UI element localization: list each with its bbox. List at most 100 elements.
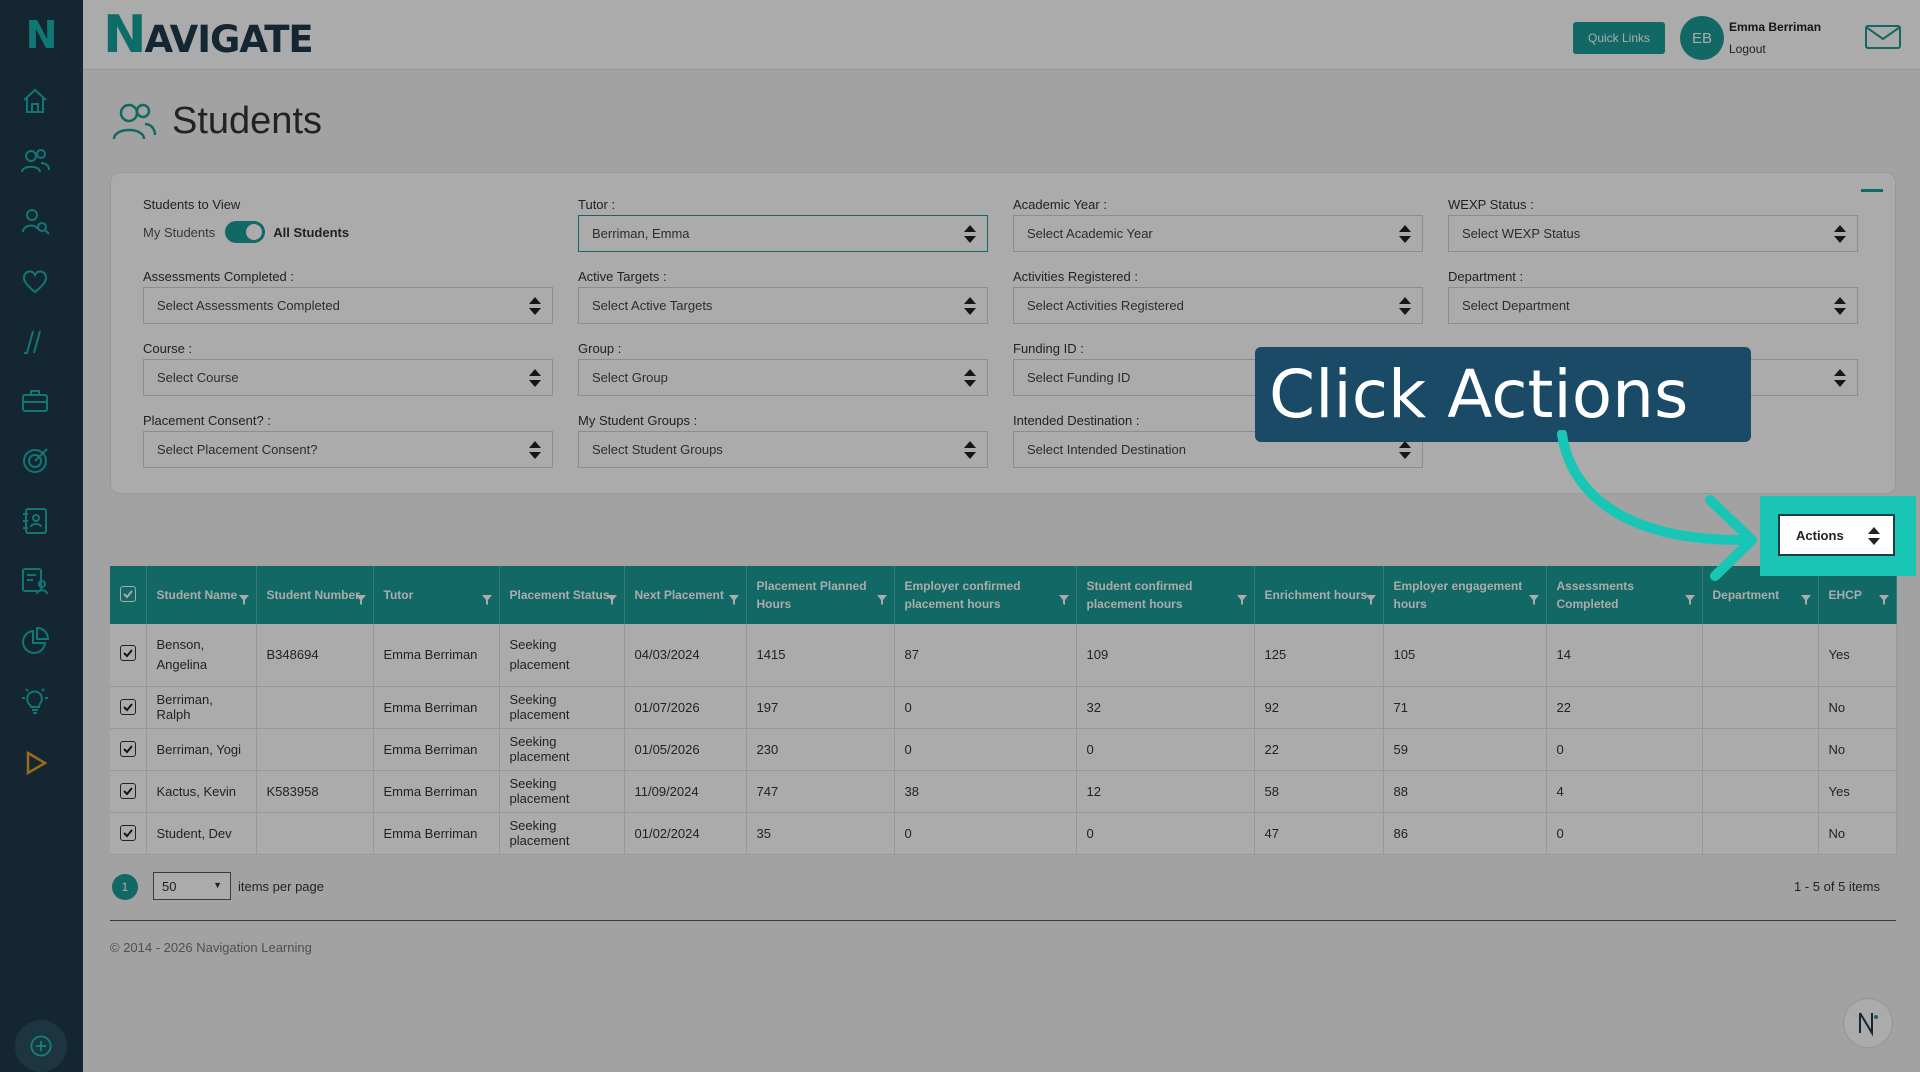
row-checkbox[interactable] xyxy=(120,740,136,757)
academic-year-select[interactable]: Select Academic Year xyxy=(1013,215,1423,252)
filter-icon[interactable] xyxy=(1236,594,1248,606)
row-select-cell[interactable] xyxy=(110,728,147,771)
heart-icon[interactable] xyxy=(14,260,56,302)
row-select-cell[interactable] xyxy=(110,812,147,855)
group-value: Select Group xyxy=(592,370,668,385)
row-select-cell[interactable] xyxy=(110,624,147,687)
column-header-label: Student Name xyxy=(156,588,238,602)
department-select[interactable]: Select Department xyxy=(1448,287,1858,324)
table-row[interactable]: Berriman, Yogi Emma Berriman Seeking place… xyxy=(110,728,1897,771)
active-targets-select[interactable]: Select Active Targets xyxy=(578,287,988,324)
column-header-label: Department xyxy=(1712,588,1780,602)
column-header[interactable]: Student Number xyxy=(256,566,374,624)
briefcase-icon[interactable] xyxy=(14,380,56,422)
table-cell: 04/03/2024 xyxy=(624,624,747,687)
column-header[interactable]: Student confirmed placement hours xyxy=(1076,566,1255,624)
filter-icon[interactable] xyxy=(1878,594,1890,606)
filter-icon[interactable] xyxy=(1528,594,1540,606)
group-select[interactable]: Select Group xyxy=(578,359,988,396)
user-list-icon[interactable] xyxy=(14,560,56,602)
actions-label: Actions xyxy=(1796,527,1844,543)
row-select-cell[interactable] xyxy=(110,770,147,813)
page-button[interactable]: 1 xyxy=(112,874,138,900)
table-cell[interactable]: Berriman, Yogi xyxy=(146,728,257,771)
home-icon[interactable] xyxy=(14,80,56,122)
table-cell: Seeking placement xyxy=(499,686,625,729)
add-circle-icon[interactable] xyxy=(15,1020,67,1072)
table-cell[interactable]: Kactus, Kevin xyxy=(146,770,257,813)
table-cell[interactable]: Student, Dev xyxy=(146,812,257,855)
table-row[interactable]: Kactus, Kevin K583958 Emma Berriman Seeking… xyxy=(110,770,1897,813)
tutor-select[interactable]: Berriman, Emma xyxy=(578,215,988,252)
student-groups-value: Select Student Groups xyxy=(592,442,723,457)
row-checkbox[interactable] xyxy=(120,824,136,841)
all-students-label: All Students xyxy=(273,224,350,240)
wexp-status-select[interactable]: Select WEXP Status xyxy=(1448,215,1858,252)
pie-chart-icon[interactable] xyxy=(14,620,56,662)
lightbulb-icon[interactable] xyxy=(14,680,56,722)
column-header[interactable]: Next Placement xyxy=(624,566,747,624)
assessments-completed-select[interactable]: Select Assessments Completed xyxy=(143,287,553,324)
students-table: Student Name Student Number Tutor Placement… xyxy=(110,566,1897,855)
column-header[interactable]: Enrichment hours xyxy=(1254,566,1384,624)
quick-links-button[interactable]: Quick Links xyxy=(1573,22,1665,54)
filter-icon[interactable] xyxy=(876,594,888,606)
table-cell: Seeking placement xyxy=(499,770,625,813)
filter-icon[interactable] xyxy=(1058,594,1070,606)
select-all-header[interactable] xyxy=(110,566,147,624)
students-view-toggle[interactable] xyxy=(225,221,266,243)
table-cell[interactable]: Benson, Angelina xyxy=(146,624,257,687)
placement-consent-label: Placement Consent? : xyxy=(143,413,271,428)
table-row[interactable]: Student, Dev Emma Berriman Seeking placeme… xyxy=(110,812,1897,855)
placement-consent-select[interactable]: Select Placement Consent? xyxy=(143,431,553,468)
column-header[interactable]: Employer confirmed placement hours xyxy=(894,566,1077,624)
avatar[interactable]: EB xyxy=(1680,16,1724,60)
sort-arrows-icon xyxy=(1868,527,1880,545)
students-to-view-toggle-row: My Students All Students xyxy=(143,221,349,243)
target-icon[interactable] xyxy=(14,440,56,482)
user-search-icon[interactable] xyxy=(14,200,56,242)
column-header[interactable]: Student Name xyxy=(146,566,257,624)
brand-logo[interactable]: N AVIGATE xyxy=(103,9,314,61)
help-icon[interactable] xyxy=(1843,998,1893,1048)
slash-icon[interactable] xyxy=(14,320,56,362)
column-header[interactable]: Tutor xyxy=(373,566,500,624)
column-header[interactable]: Placement Status xyxy=(499,566,625,624)
row-checkbox[interactable] xyxy=(120,782,136,799)
column-header[interactable]: Placement Planned Hours xyxy=(746,566,895,624)
course-select[interactable]: Select Course xyxy=(143,359,553,396)
filter-icon[interactable] xyxy=(606,594,618,606)
student-groups-select[interactable]: Select Student Groups xyxy=(578,431,988,468)
table-cell: 12 xyxy=(1076,770,1255,813)
select-all-checkbox[interactable] xyxy=(120,585,136,602)
table-cell: 47 xyxy=(1254,812,1384,855)
per-page-select[interactable]: 50 ▼ xyxy=(153,872,231,900)
mail-icon[interactable] xyxy=(1863,22,1903,52)
filter-icon[interactable] xyxy=(1800,594,1812,606)
filter-icon[interactable] xyxy=(728,594,740,606)
filter-icon[interactable] xyxy=(1684,594,1696,606)
contact-card-icon[interactable] xyxy=(14,500,56,542)
minimize-button[interactable] xyxy=(1861,189,1883,192)
table-row[interactable]: Benson, Angelina B348694 Emma Berriman Seek… xyxy=(110,624,1897,687)
table-row[interactable]: Berriman, Ralph Emma Berriman Seeking plac… xyxy=(110,686,1897,729)
play-icon[interactable] xyxy=(14,742,56,784)
sidebar-logo[interactable]: N xyxy=(0,0,83,70)
column-header-label: Placement Status xyxy=(509,588,610,602)
column-header[interactable]: Employer engagement hours xyxy=(1383,566,1547,624)
filter-icon[interactable] xyxy=(238,594,250,606)
table-cell[interactable]: Berriman, Ralph xyxy=(146,686,257,729)
logout-link[interactable]: Logout xyxy=(1729,42,1766,56)
activities-registered-select[interactable]: Select Activities Registered xyxy=(1013,287,1423,324)
table-cell: 0 xyxy=(1076,812,1255,855)
students-icon[interactable] xyxy=(14,140,56,182)
table-cell: 14 xyxy=(1546,624,1703,687)
actions-button[interactable]: Actions xyxy=(1778,514,1895,556)
filter-icon[interactable] xyxy=(1365,594,1377,606)
row-checkbox[interactable] xyxy=(120,644,136,661)
row-select-cell[interactable] xyxy=(110,686,147,729)
filter-icon[interactable] xyxy=(481,594,493,606)
filter-icon[interactable] xyxy=(355,594,367,606)
row-checkbox[interactable] xyxy=(120,698,136,715)
table-cell: Seeking placement xyxy=(499,812,625,855)
